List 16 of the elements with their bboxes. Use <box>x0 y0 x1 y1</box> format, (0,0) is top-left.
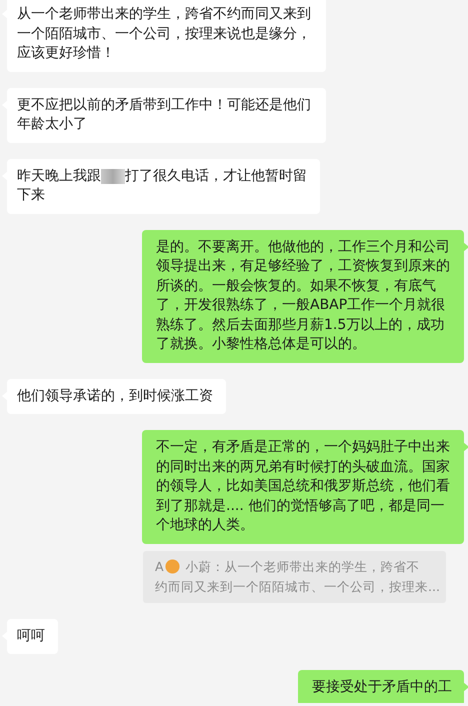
quote-text: 约而同又来到一个陌陌城市、一个公司，按理来... <box>155 578 440 596</box>
message-text: 他们领导承诺的，到时候涨工资 <box>17 388 213 404</box>
message-text: 呵呵 <box>17 628 45 644</box>
message-text: 昨天晚上我跟 <box>17 166 101 186</box>
message-text: 不一定，有矛盾是正常的，一个妈妈肚子中出来的同时出来的两兄弟有时候打的头破血流。国家的领导人，比如美国总统和俄罗斯总统，他们看到了那就是.... 他们的觉悟够高了吧，都是同一个地球的人类。 <box>156 439 450 533</box>
quote-author: A <box>155 558 164 576</box>
message-text: 要接受处于矛盾中的工 <box>312 679 452 695</box>
quote-text: 小蔚：从一个老师带出来的学生，跨省不 <box>186 558 420 576</box>
quoted-message[interactable]: A 小蔚：从一个老师带出来的学生，跨省不 约而同又来到一个陌陌城市、一个公司，按理来... <box>143 550 446 602</box>
message-text: 打了很久电话，才让他暂时留 <box>125 166 307 186</box>
message-text: 是的。不要离开。他做他的，工作三个月和公司领导提出来，有足够经验了，工资恢复到原来的所谈的。一般会恢复的。如果不恢复，有底气了，开发很熟练了，一般ABAP工作一个月就很熟练了。然后去面那些月薪1.5万以上的，成功了就换。小黎性格总体是可以的。 <box>156 238 450 352</box>
emoji-icon <box>164 559 180 574</box>
message-text: 下来 <box>17 186 45 205</box>
message-text: 从一个老师带出来的学生，跨省不约而同又来到一个陌陌城市、一个公司，按理来说也是缘分，应该更好珍惜！ <box>17 6 311 61</box>
message-text: 更不应把以前的矛盾带到工作中！可能还是他们年龄太小了 <box>17 96 311 132</box>
blurred-name <box>101 168 125 184</box>
